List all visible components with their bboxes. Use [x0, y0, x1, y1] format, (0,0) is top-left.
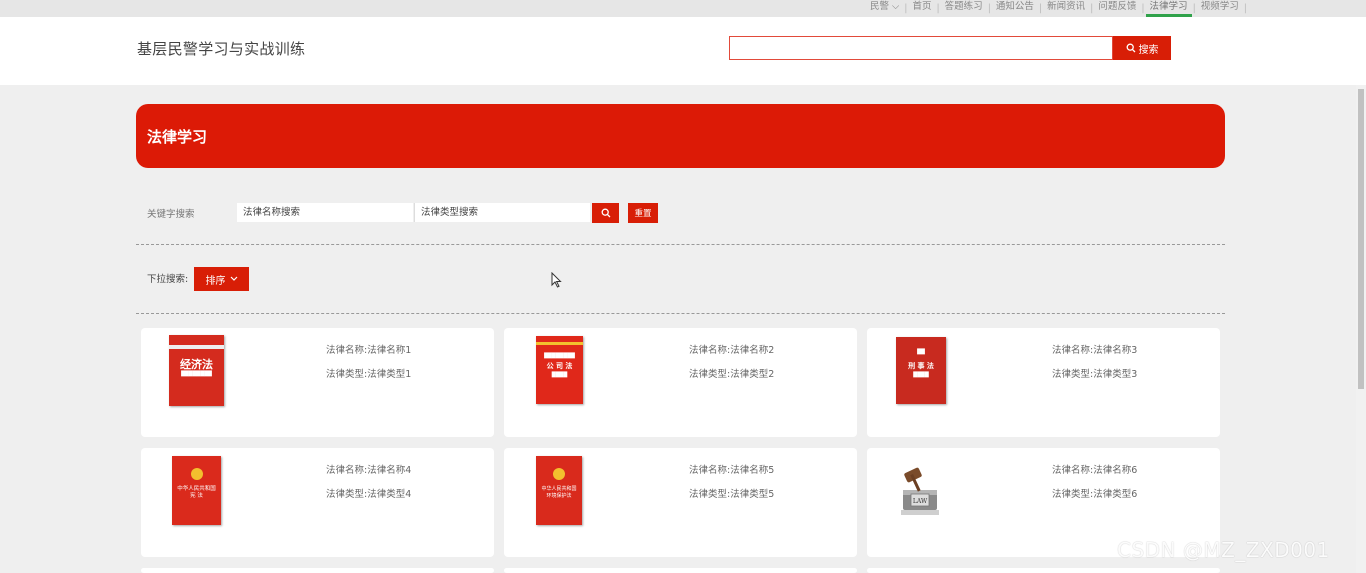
law-card[interactable]: [504, 568, 857, 573]
dropdown-search-label: 下拉搜索:: [147, 274, 189, 285]
page-scrollbar[interactable]: [1356, 85, 1366, 573]
nav-quiz[interactable]: 答题练习: [941, 0, 987, 17]
search-icon: [601, 208, 610, 218]
law-card[interactable]: ████████ 公 司 法 ████ 法律名称:法律名称2 法律类型:法律类型…: [504, 328, 857, 437]
sort-dropdown-button[interactable]: 排序: [194, 267, 249, 291]
top-nav: 民警 ⌵ | 首页 | 答题练习 | 通知公告 | 新闻资讯 | 问题反馈 | …: [866, 0, 1248, 17]
law-name: 法律名称:法律名称5: [689, 465, 775, 476]
user-menu[interactable]: 民警 ⌵: [866, 0, 903, 17]
user-menu-label: 民警: [870, 1, 890, 12]
global-search-button[interactable]: 搜索: [1113, 36, 1171, 60]
book-cover-image: 中华人民共和国 宪 法: [172, 456, 221, 525]
book-cover-image: ████████ 公 司 法 ████: [536, 336, 583, 404]
nav-video-study[interactable]: 视频学习: [1197, 0, 1243, 17]
page-title: 法律学习: [147, 128, 208, 146]
chevron-down-icon: ⌵: [892, 1, 900, 12]
law-type: 法律类型:法律类型5: [689, 489, 775, 500]
site-title[interactable]: 基层民警学习与实战训练: [137, 38, 305, 59]
book-cover-image: 经济法 ████████: [169, 335, 224, 406]
law-type: 法律类型:法律类型3: [1052, 369, 1138, 380]
law-name: 法律名称:法律名称3: [1052, 345, 1138, 356]
emblem-icon: [190, 467, 203, 480]
nav-feedback[interactable]: 问题反馈: [1094, 0, 1140, 17]
nav-notices[interactable]: 通知公告: [992, 0, 1038, 17]
section-banner: 法律学习: [136, 104, 1225, 168]
law-card[interactable]: 经济法 ████████ 法律名称:法律名称1 法律类型:法律类型1: [141, 328, 494, 437]
law-card[interactable]: 中华人民共和国 宪 法 法律名称:法律名称4 法律类型:法律类型4: [141, 448, 494, 557]
law-card[interactable]: 中华人民共和国 环境保护法 法律名称:法律名称5 法律类型:法律类型5: [504, 448, 857, 557]
law-plaque-text: LAW: [913, 498, 928, 505]
search-button-label: 搜索: [1138, 44, 1159, 56]
nav-law-study[interactable]: 法律学习: [1145, 0, 1192, 17]
law-card[interactable]: [141, 568, 494, 573]
divider: [136, 244, 1225, 245]
sort-button-label: 排序: [205, 275, 226, 287]
book-cover-image: 中华人民共和国 环境保护法: [536, 456, 582, 525]
chevron-down-icon: [230, 276, 237, 281]
law-name: 法律名称:法律名称1: [326, 345, 412, 356]
nav-home[interactable]: 首页: [908, 0, 935, 17]
reset-button[interactable]: 重置: [628, 203, 658, 223]
scrollbar-thumb[interactable]: [1358, 89, 1364, 389]
site-header: 基层民警学习与实战训练 搜索: [0, 17, 1366, 85]
keyword-search-button[interactable]: [592, 203, 619, 223]
book-cover-image: ██ 刑 事 法 ████: [896, 337, 946, 404]
law-name: 法律名称:法律名称4: [326, 465, 412, 476]
watermark-text: CSDN @MZ_ZXD001: [1117, 538, 1330, 562]
law-type: 法律类型:法律类型1: [326, 369, 412, 380]
divider: [136, 313, 1225, 314]
global-search-input[interactable]: [729, 36, 1113, 60]
emblem-icon: [553, 467, 565, 480]
law-name: 法律名称:法律名称6: [1052, 465, 1138, 476]
nav-separator: |: [1243, 3, 1247, 14]
law-type: 法律类型:法律类型6: [1052, 489, 1138, 500]
mouse-cursor-icon: [551, 272, 562, 288]
keyword-search-label: 关键字搜索: [147, 209, 195, 220]
law-card[interactable]: [867, 568, 1220, 573]
nav-news[interactable]: 新闻资讯: [1043, 0, 1089, 17]
law-type-search-input[interactable]: [414, 203, 590, 222]
law-type: 法律类型:法律类型2: [689, 369, 775, 380]
gavel-law-image: LAW: [901, 467, 939, 515]
search-icon: [1126, 43, 1135, 53]
law-type: 法律类型:法律类型4: [326, 489, 412, 500]
law-card[interactable]: ██ 刑 事 法 ████ 法律名称:法律名称3 法律类型:法律类型3: [867, 328, 1220, 437]
law-name: 法律名称:法律名称2: [689, 345, 775, 356]
law-name-search-input[interactable]: [237, 203, 413, 222]
